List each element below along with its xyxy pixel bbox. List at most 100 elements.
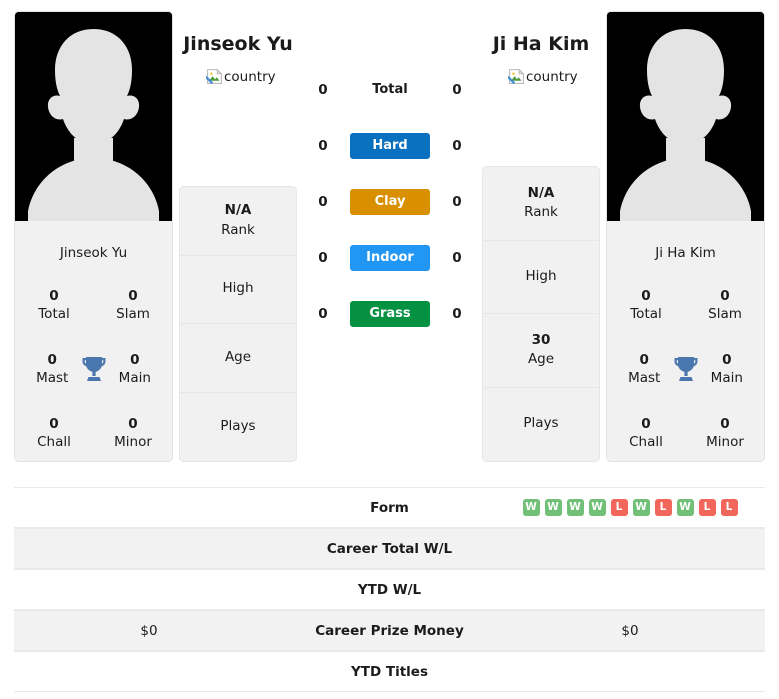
title-stat: 0 Minor — [696, 415, 754, 451]
surface-value-right: 0 — [452, 250, 462, 266]
surface-value-right: 0 — [452, 138, 462, 154]
title-value: 0 — [130, 351, 140, 368]
info-value: N/A — [527, 184, 555, 201]
info-cell-high: High — [483, 241, 599, 314]
info-cell-plays: Plays — [180, 393, 296, 462]
title-label: Minor — [706, 434, 744, 450]
surface-badge-clay: Clay — [350, 189, 430, 215]
titles-grid-left: 0 Total 0 Slam 0 Mast 0 Main 0 Chall 0 M… — [15, 267, 172, 461]
broken-image-icon — [206, 68, 223, 85]
row-label: Form — [370, 499, 409, 516]
surface-row-hard: 0 Hard 0 — [303, 118, 477, 174]
table-row-ytd-wl: YTD W/L — [14, 569, 765, 610]
player-card-left[interactable]: Jinseok Yu 0 Total 0 Slam 0 Mast 0 Main … — [14, 11, 173, 462]
table-row-career-total-wl: Career Total W/L — [14, 528, 765, 569]
info-caption: Plays — [523, 415, 559, 432]
title-label: Slam — [708, 306, 742, 322]
titles-row: 0 Chall 0 Minor — [607, 401, 764, 461]
trophy-icon — [79, 352, 107, 386]
title-value: 0 — [720, 287, 730, 304]
form-badge-win[interactable]: W — [544, 499, 562, 516]
title-stat: 0 Minor — [104, 415, 162, 451]
titles-row: 0 Total 0 Slam — [15, 273, 172, 337]
comparison-stats-table: Form WWWWLWLWLL Career Total W/L YTD W/L… — [14, 487, 765, 692]
title-label: Main — [118, 370, 151, 386]
title-label: Chall — [629, 434, 663, 450]
form-badge-loss[interactable]: L — [698, 499, 716, 516]
form-badge-loss[interactable]: L — [654, 499, 672, 516]
surface-row-total: 0 Total 0 — [303, 62, 477, 118]
info-caption: Rank — [524, 204, 558, 221]
info-caption: High — [222, 280, 254, 297]
form-badge-win[interactable]: W — [676, 499, 694, 516]
value-right: $0 — [621, 622, 639, 639]
player-name-left: Jinseok Yu — [59, 245, 128, 261]
form-right: WWWWLWLWLL — [495, 499, 765, 516]
form-badge-win[interactable]: W — [522, 499, 540, 516]
player-comparison-page: Jinseok Yu 0 Total 0 Slam 0 Mast 0 Main … — [0, 0, 779, 699]
player-name-right: Ji Ha Kim — [655, 245, 716, 261]
title-value: 0 — [49, 415, 59, 432]
titles-row: 0 Mast 0 Main — [607, 337, 764, 401]
surface-comparison: 0 Total 0 0 Hard 0 0 Clay 0 0 Indoor 0 0 — [303, 62, 477, 342]
info-cell-age: Age — [180, 324, 296, 393]
form-badge-win[interactable]: W — [566, 499, 584, 516]
form-badge-loss[interactable]: L — [610, 499, 628, 516]
titles-row: 0 Chall 0 Minor — [15, 401, 172, 461]
headline-name-left: Jinseok Yu — [183, 33, 293, 55]
info-caption: Age — [224, 348, 252, 365]
info-value: 30 — [531, 331, 551, 348]
form-badge-loss[interactable]: L — [720, 499, 738, 516]
avatar — [15, 12, 172, 221]
title-label: Chall — [37, 434, 71, 450]
table-row-career-prize-money: $0 Career Prize Money $0 — [14, 610, 765, 651]
row-label: YTD W/L — [357, 581, 422, 598]
surface-value-left: 0 — [318, 250, 328, 266]
title-value: 0 — [639, 351, 649, 368]
broken-image-icon — [508, 68, 525, 85]
title-value: 0 — [720, 415, 730, 432]
title-label: Mast — [628, 370, 661, 386]
surface-badge-indoor: Indoor — [350, 245, 430, 271]
title-label: Slam — [116, 306, 150, 322]
surface-value-right: 0 — [452, 306, 462, 322]
title-stat: 0 Mast — [25, 351, 79, 387]
title-stat: 0 Total — [617, 287, 675, 323]
avatar — [607, 12, 764, 221]
form-badge-win[interactable]: W — [632, 499, 650, 516]
row-label: Career Total W/L — [326, 540, 453, 557]
surface-value-left: 0 — [318, 194, 328, 210]
info-caption: Rank — [221, 221, 255, 238]
title-stat: 0 Main — [700, 351, 754, 387]
titles-grid-right: 0 Total 0 Slam 0 Mast 0 Main 0 Chall 0 M… — [607, 267, 764, 461]
title-stat: 0 Slam — [696, 287, 754, 323]
surface-badge-hard: Hard — [350, 133, 430, 159]
title-value: 0 — [722, 351, 732, 368]
title-value: 0 — [128, 415, 138, 432]
title-label: Mast — [36, 370, 69, 386]
comparison-header: Jinseok Yu 0 Total 0 Slam 0 Mast 0 Main … — [0, 0, 779, 480]
title-value: 0 — [128, 287, 138, 304]
surface-row-grass: 0 Grass 0 — [303, 286, 477, 342]
row-label: YTD Titles — [351, 663, 428, 680]
info-cell-plays: Plays — [483, 388, 599, 462]
surface-value-left: 0 — [318, 306, 328, 322]
table-row-form: Form WWWWLWLWLL — [14, 487, 765, 528]
surface-value-right: 0 — [452, 82, 462, 98]
title-stat: 0 Slam — [104, 287, 162, 323]
form-badge-win[interactable]: W — [588, 499, 606, 516]
player-card-right[interactable]: Ji Ha Kim 0 Total 0 Slam 0 Mast 0 Main 0… — [606, 11, 765, 462]
surface-row-clay: 0 Clay 0 — [303, 174, 477, 230]
info-value: N/A — [224, 202, 252, 219]
info-cell-high: High — [180, 256, 296, 324]
surface-value-left: 0 — [318, 138, 328, 154]
country-alt-text: country — [224, 68, 276, 85]
title-stat: 0 Total — [25, 287, 83, 323]
info-cell-rank: N/A Rank — [180, 187, 296, 256]
country-alt-text: country — [526, 68, 578, 85]
titles-row: 0 Mast 0 Main — [15, 337, 172, 401]
surface-row-indoor: 0 Indoor 0 — [303, 230, 477, 286]
title-label: Minor — [114, 434, 152, 450]
surface-value-left: 0 — [318, 82, 328, 98]
title-label: Total — [630, 306, 662, 322]
